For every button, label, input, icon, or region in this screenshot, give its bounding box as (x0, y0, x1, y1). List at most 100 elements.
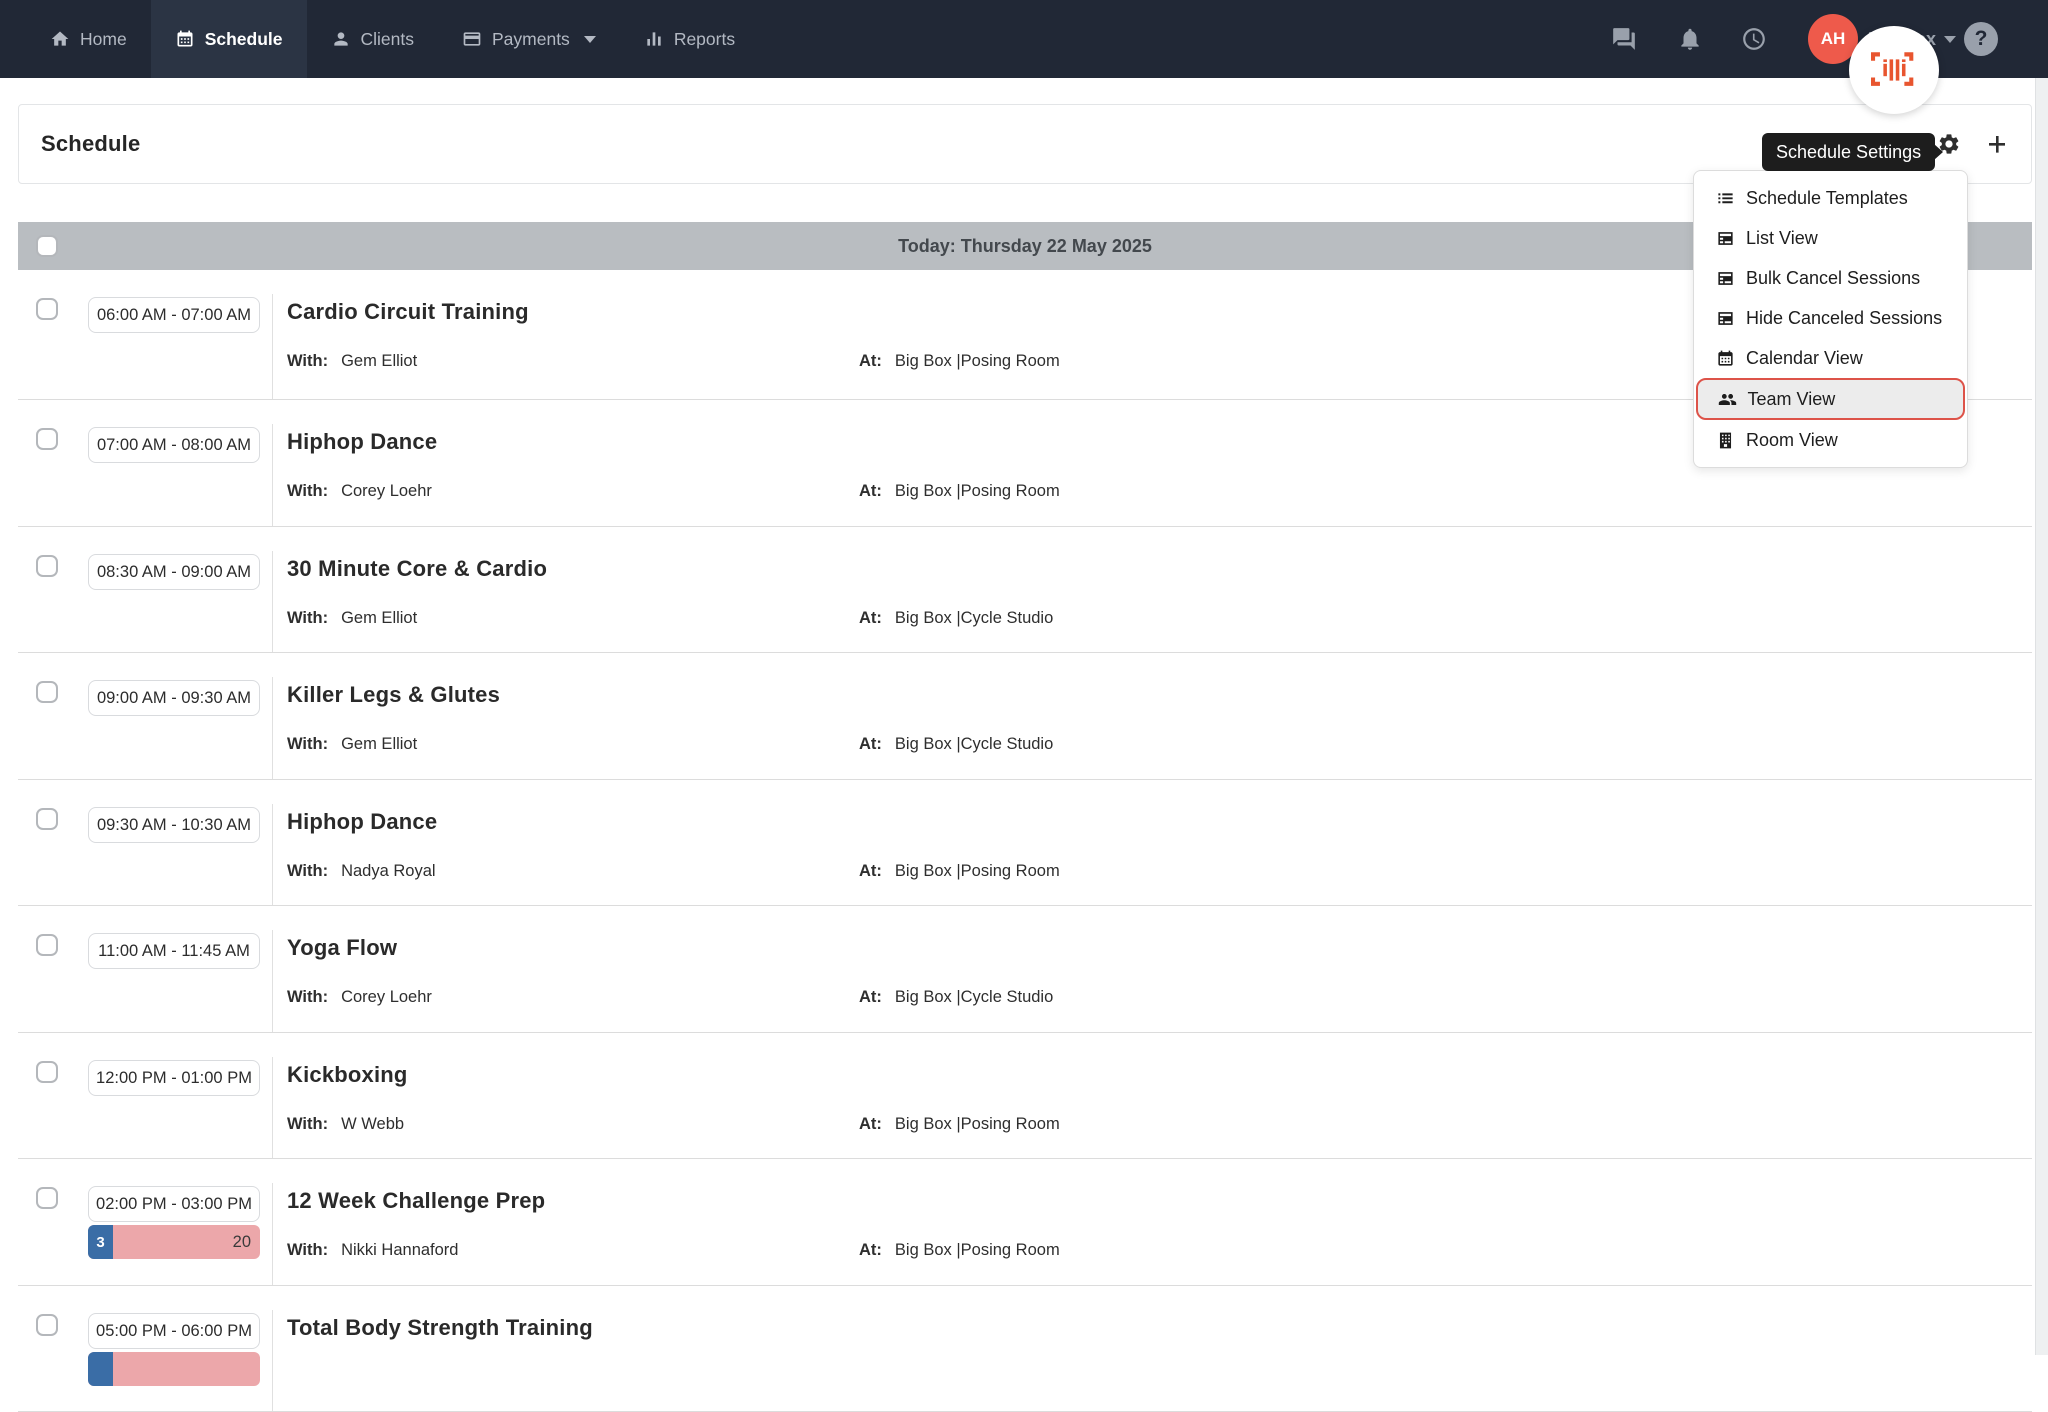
barcode-icon (1871, 52, 1917, 88)
session-with: With: Gem Elliot (287, 735, 417, 754)
with-value: Corey Loehr (341, 482, 432, 500)
session-checkbox[interactable] (36, 298, 58, 320)
session-checkbox[interactable] (36, 428, 58, 450)
capacity-total: 20 (233, 1225, 251, 1259)
at-label: At: (859, 1115, 882, 1133)
session-title: Hiphop Dance (287, 809, 437, 835)
menu-item-label: Calendar View (1746, 348, 1863, 369)
menu-item-bulk-cancel-sessions[interactable]: Bulk Cancel Sessions (1694, 258, 1967, 298)
clock-icon (1741, 26, 1767, 52)
session-checkbox[interactable] (36, 555, 58, 577)
capacity-booked: 3 (88, 1225, 113, 1259)
session-details: Killer Legs & Glutes With:Gem Elliot At:… (272, 677, 2032, 779)
session-details: Kickboxing With: W Webb At: Big Box |Posin… (272, 1057, 2032, 1159)
session-row: 05:00 PM - 06:00 PM Total Body Strength … (18, 1286, 2032, 1412)
session-time: 08:30 AM - 09:00 AM (88, 554, 260, 590)
session-at: At: Big Box |Posing Room (859, 1115, 1060, 1134)
at-value: Big Box |Posing Room (895, 1241, 1060, 1259)
with-value: W Webb (341, 1115, 404, 1133)
help-button[interactable]: ? (1964, 22, 1998, 56)
person-icon (331, 29, 351, 49)
nav-item-payments[interactable]: Payments (438, 0, 620, 78)
capacity-bar (88, 1352, 260, 1386)
session-title: Kickboxing (287, 1062, 408, 1088)
session-checkbox[interactable] (36, 1187, 58, 1209)
add-session-button[interactable] (1985, 132, 2009, 156)
calendar-icon (175, 29, 195, 49)
session-details: 12 Week Challenge Prep With:Nikki Hannaf… (272, 1183, 2032, 1285)
at-label: At: (859, 1241, 882, 1259)
with-value: Gem Elliot (341, 352, 417, 370)
session-title: Hiphop Dance (287, 429, 437, 455)
session-checkbox[interactable] (36, 1314, 58, 1336)
session-row: 09:30 AM - 10:30 AM Hiphop Dance With:Na… (18, 780, 2032, 907)
calendar-icon (1716, 349, 1735, 368)
nav-item-clients[interactable]: Clients (307, 0, 439, 78)
menu-item-team-view[interactable]: Team View (1696, 378, 1965, 420)
header-actions (1937, 132, 2009, 156)
menu-item-list-view[interactable]: List View (1694, 218, 1967, 258)
session-time: 09:30 AM - 10:30 AM (88, 807, 260, 843)
nav-item-schedule[interactable]: Schedule (151, 0, 307, 78)
session-details: Hiphop Dance With:Nadya Royal At:Big Box… (272, 804, 2032, 906)
bar-chart-icon (644, 29, 664, 49)
nav-menu: Home Schedule Clients Payments Reports (0, 0, 759, 78)
menu-item-hide-canceled-sessions[interactable]: Hide Canceled Sessions (1694, 298, 1967, 338)
top-nav: Home Schedule Clients Payments Reports A… (0, 0, 2048, 78)
session-row: 12:00 PM - 01:00 PM Kickboxing With: W We… (18, 1033, 2032, 1160)
at-label: At: (859, 735, 882, 753)
session-with: With:Nikki Hannaford (287, 1241, 458, 1260)
session-checkbox[interactable] (36, 808, 58, 830)
with-label: With: (287, 1115, 328, 1133)
session-row: 09:00 AM - 09:30 AM Killer Legs & Glutes… (18, 653, 2032, 780)
schedule-settings-menu: Schedule Templates List View Bulk Cancel… (1693, 170, 1968, 468)
team-icon (1718, 390, 1737, 409)
with-value: Nadya Royal (341, 862, 435, 880)
session-with: With:Gem Elliot (287, 609, 417, 628)
nav-item-label: Home (80, 29, 127, 50)
nav-item-reports[interactable]: Reports (620, 0, 759, 78)
building-icon (1716, 431, 1735, 450)
menu-item-calendar-view[interactable]: Calendar View (1694, 338, 1967, 378)
menu-item-schedule-templates[interactable]: Schedule Templates (1694, 178, 1967, 218)
at-value: Big Box |Posing Room (895, 1115, 1060, 1133)
chevron-down-icon (1944, 36, 1956, 43)
with-value: Gem Elliot (341, 735, 417, 753)
menu-item-label: Team View (1748, 389, 1836, 410)
credit-card-icon (462, 29, 482, 49)
history-button[interactable] (1741, 0, 1767, 78)
session-at: At:Big Box |Posing Room (859, 352, 1060, 371)
notifications-button[interactable] (1677, 0, 1703, 78)
session-at: At: Big Box |Cycle Studio (859, 735, 1053, 754)
scrollbar[interactable] (2035, 78, 2048, 1355)
page-title: Schedule (41, 131, 140, 157)
session-with: With:Corey Loehr (287, 988, 432, 1007)
with-label: With: (287, 735, 328, 753)
at-label: At: (859, 482, 882, 500)
at-label: At: (859, 988, 882, 1006)
menu-item-room-view[interactable]: Room View (1694, 420, 1967, 460)
with-label: With: (287, 482, 328, 500)
at-value: Big Box |Posing Room (895, 482, 1060, 500)
at-label: At: (859, 352, 882, 370)
session-checkbox[interactable] (36, 681, 58, 703)
nav-item-label: Clients (361, 29, 415, 50)
messages-button[interactable] (1611, 0, 1637, 78)
session-with: With: W Webb (287, 1115, 404, 1134)
plus-icon (1985, 132, 2009, 156)
session-time: 12:00 PM - 01:00 PM (88, 1060, 260, 1096)
at-label: At: (859, 862, 882, 880)
session-row: 11:00 AM - 11:45 AM Yoga Flow With:Corey… (18, 906, 2032, 1033)
session-checkbox[interactable] (36, 1061, 58, 1083)
list-icon (1716, 189, 1735, 208)
capacity-booked (88, 1352, 113, 1386)
at-value: Big Box |Cycle Studio (895, 609, 1053, 627)
session-title: Cardio Circuit Training (287, 299, 529, 325)
nav-item-home[interactable]: Home (26, 0, 151, 78)
session-checkbox[interactable] (36, 934, 58, 956)
session-time: 09:00 AM - 09:30 AM (88, 680, 260, 716)
menu-item-label: Room View (1746, 430, 1838, 451)
at-value: Big Box |Cycle Studio (895, 735, 1053, 753)
barcode-button[interactable] (1849, 26, 1939, 114)
session-at: At: Big Box |Posing Room (859, 1241, 1060, 1260)
